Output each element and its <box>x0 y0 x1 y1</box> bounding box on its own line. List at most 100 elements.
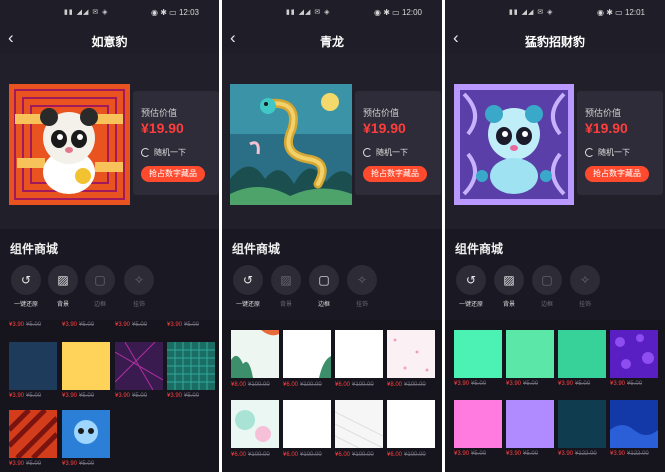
random-button[interactable]: 随机一下 <box>141 147 186 158</box>
component-tile[interactable] <box>114 341 164 391</box>
tile-price: ¥3.90 ¥5.00 <box>167 393 200 399</box>
tool-reset[interactable]: ↺ 一键还原 <box>230 265 266 308</box>
status-right: ◉ ✱ ▭ 12:00 <box>374 8 422 17</box>
status-bar: ▮▮ ◢◢ ✉ ◈ ◉ ✱ ▭ 12:00 <box>222 0 442 26</box>
random-button[interactable]: 随机一下 <box>363 147 408 158</box>
page-title: 如意豹 <box>91 35 128 49</box>
tool-pendant[interactable]: ✧ 挂饰 <box>567 265 603 308</box>
claim-collectible-button[interactable]: 抢占数字藏品 <box>585 166 649 182</box>
component-tile[interactable] <box>558 400 606 448</box>
component-tile[interactable] <box>283 400 331 448</box>
section-title: 组件商城 <box>455 242 504 256</box>
tile-pattern <box>615 334 654 369</box>
tile-price: ¥6.00 ¥100.00 <box>283 382 322 388</box>
tile-price: ¥6.00 ¥100.00 <box>231 452 270 458</box>
clock: 12:03 <box>178 8 199 17</box>
tile-pattern <box>319 356 331 378</box>
component-grid: ¥8.00 ¥100.00 ¥6.00 ¥100.00 ¥6.00 ¥100.00 ¥… <box>222 320 442 472</box>
tool-label: 背景 <box>56 302 69 308</box>
component-tile[interactable] <box>454 400 502 448</box>
component-tile[interactable] <box>454 330 502 378</box>
component-tile[interactable] <box>283 330 331 378</box>
component-tile[interactable] <box>167 342 215 390</box>
tool-label: 挂饰 <box>578 302 591 308</box>
leopard-artwork-illustration <box>9 84 130 205</box>
claim-collectible-button[interactable]: 抢占数字藏品 <box>363 166 427 182</box>
tile-pattern <box>167 342 215 390</box>
tile-price: ¥3.90 ¥5.00 <box>610 381 643 387</box>
component-tile[interactable] <box>231 330 279 378</box>
component-tile[interactable] <box>387 330 435 378</box>
component-grid: ¥3.90 ¥5.00 ¥3.90 ¥5.00 ¥3.90 ¥5.00 ¥3.90 ¥5… <box>445 320 665 472</box>
tile-price: ¥3.90 ¥5.00 <box>167 322 200 328</box>
tile-price: ¥6.00 ¥100.00 <box>335 382 374 388</box>
component-tile[interactable] <box>506 330 554 378</box>
tool-pendant[interactable]: ✧ 挂饰 <box>344 265 380 308</box>
status-icons: ◉ ✱ ▭ <box>151 8 177 17</box>
tile-price: ¥3.90 ¥5.00 <box>506 451 539 457</box>
price-card: 预估价值 ¥19.90 随机一下 抢占数字藏品 <box>133 91 219 195</box>
tile-pattern <box>334 411 384 449</box>
price-label: 预估价值 <box>141 108 178 118</box>
component-tile[interactable] <box>610 330 658 378</box>
tile-price: ¥3.90 ¥5.00 <box>115 393 148 399</box>
clock: 12:01 <box>624 8 645 17</box>
tile-price: ¥3.90 ¥5.00 <box>9 461 42 467</box>
tile-price: ¥3.90 ¥5.00 <box>115 322 148 328</box>
reset-icon: ↺ <box>242 273 254 287</box>
nav-bar: ‹ 如意豹 <box>0 26 219 54</box>
dragon-artwork <box>230 84 352 205</box>
component-toolbar: ↺ 一键还原 ▨ 背景 ▢ 边框 ✧ 挂饰 <box>445 265 665 313</box>
reset-icon: ↺ <box>20 273 32 287</box>
nav-bar: ‹ 猛豹招财豹 <box>445 26 665 54</box>
component-tile[interactable] <box>9 342 57 390</box>
component-tile[interactable] <box>558 330 606 378</box>
component-tile[interactable] <box>7 408 59 460</box>
frame-icon: ▢ <box>541 273 553 287</box>
tile-price: ¥6.00 ¥100.00 <box>387 452 426 458</box>
status-icons: ◉ ✱ ▭ <box>597 8 623 17</box>
component-tile[interactable] <box>62 342 110 390</box>
component-tile[interactable] <box>610 400 658 448</box>
tile-price: ¥6.00 ¥100.00 <box>335 452 374 458</box>
tool-label: 挂饰 <box>132 302 145 308</box>
tile-pattern <box>610 425 658 448</box>
tile-price: ¥3.90 ¥5.00 <box>62 461 95 467</box>
component-tile[interactable] <box>231 400 279 448</box>
tool-reset[interactable]: ↺ 一键还原 <box>8 265 44 308</box>
tool-frame[interactable]: ▢ 边框 <box>82 265 118 308</box>
tile-pattern <box>235 410 271 442</box>
tile-pattern <box>231 330 279 378</box>
tool-background[interactable]: ▨ 背景 <box>268 265 304 308</box>
screen-ruyibao: ▮▮ ◢◢ ✉ ◈ ◉ ✱ ▭ 12:03 ‹ 如意豹 预估价值 ¥19.90 … <box>0 0 219 472</box>
dragon-artwork-illustration <box>230 84 352 205</box>
background-icon: ▨ <box>280 273 292 287</box>
tool-frame[interactable]: ▢ 边框 <box>529 265 565 308</box>
component-tile[interactable] <box>387 400 435 448</box>
tool-frame[interactable]: ▢ 边框 <box>306 265 342 308</box>
component-tile[interactable] <box>334 400 384 449</box>
component-tile[interactable] <box>62 410 110 458</box>
tile-price: ¥3.90 ¥5.00 <box>454 451 487 457</box>
tool-label: 背景 <box>502 302 515 308</box>
component-grid: ¥3.90 ¥5.00 ¥3.90 ¥5.00 ¥3.90 ¥5.00 ¥3.90 ¥5… <box>0 320 219 472</box>
tile-pattern <box>114 341 164 391</box>
tool-label: 背景 <box>279 302 292 308</box>
tool-reset[interactable]: ↺ 一键还原 <box>453 265 489 308</box>
screen-mengbao: ▮▮ ◢◢ ✉ ◈ ◉ ✱ ▭ 12:01 ‹ 猛豹招财豹 预估价值 ¥19.9… <box>445 0 665 472</box>
random-button[interactable]: 随机一下 <box>585 147 630 158</box>
background-icon: ▨ <box>57 273 69 287</box>
signal-icons: ▮▮ ◢◢ ✉ ◈ <box>286 9 331 16</box>
tool-pendant[interactable]: ✧ 挂饰 <box>121 265 157 308</box>
tool-background[interactable]: ▨ 背景 <box>491 265 527 308</box>
tool-background[interactable]: ▨ 背景 <box>45 265 81 308</box>
claim-collectible-button[interactable]: 抢占数字藏品 <box>141 166 205 182</box>
component-tile[interactable] <box>335 330 383 378</box>
price-label: 预估价值 <box>585 108 622 118</box>
price-card: 预估价值 ¥19.90 随机一下 抢占数字藏品 <box>355 91 441 195</box>
collectible-preview: 预估价值 ¥19.90 随机一下 抢占数字藏品 <box>222 54 442 229</box>
component-tile[interactable] <box>506 400 554 448</box>
component-toolbar: ↺ 一键还原 ▨ 背景 ▢ 边框 ✧ 挂饰 <box>222 265 442 313</box>
nav-bar: ‹ 青龙 <box>222 26 442 54</box>
price-value: ¥19.90 <box>141 120 184 136</box>
